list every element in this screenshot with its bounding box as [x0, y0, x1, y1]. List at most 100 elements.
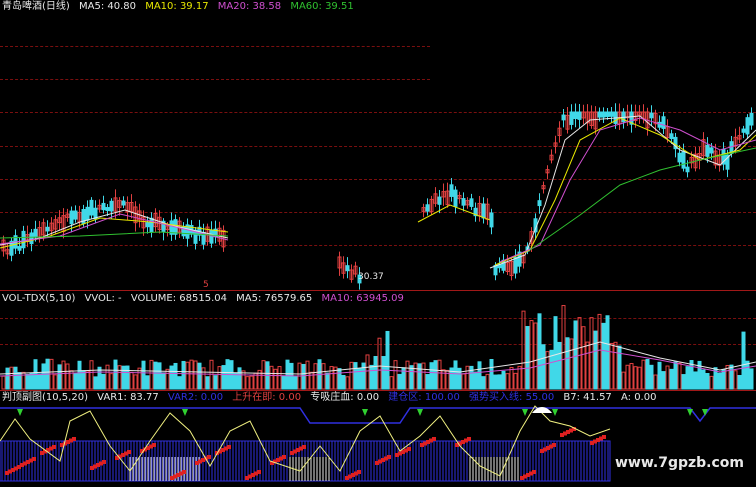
- ma5-value: MA5: 40.80: [79, 1, 137, 12]
- volume-bar: [413, 362, 418, 390]
- volume-bar: [217, 366, 222, 390]
- volume-bar: [393, 360, 398, 390]
- volume-bar: [733, 370, 738, 390]
- volume-bar: [553, 316, 558, 390]
- indicator-legend: 判顶副图(10,5,20) VAR1: 83.77 VAR2: 0.00 上升在…: [2, 392, 662, 404]
- volume-bar: [397, 373, 402, 390]
- rising-signal: [387, 455, 391, 459]
- volume-bar: [189, 359, 194, 390]
- rising-signal: [152, 443, 156, 447]
- volume-bar: [237, 367, 242, 390]
- volume-bar: [193, 360, 198, 390]
- volume-bar: [233, 372, 238, 390]
- candle-body: [437, 196, 442, 205]
- volume-bar: [205, 376, 210, 390]
- buy-arrow-icon: [522, 409, 528, 416]
- volume-bar: [329, 366, 334, 390]
- volume-bar: [9, 366, 14, 390]
- buy-arrow-icon: [362, 409, 368, 416]
- volume-bar: [269, 365, 274, 390]
- volume-bar: [129, 371, 134, 390]
- volume-bar: [673, 361, 678, 390]
- volume-bar: [737, 375, 742, 390]
- volume-bar: [221, 365, 226, 390]
- volume-bar: [201, 367, 206, 390]
- volume-bar: [73, 372, 78, 390]
- volume-bar: [561, 305, 566, 390]
- rising-signal: [257, 470, 261, 474]
- candle-body: [741, 128, 746, 133]
- volume-bar: [89, 360, 94, 390]
- rising-signal: [407, 447, 411, 451]
- volume-bar: [453, 360, 458, 390]
- indicator-panel[interactable]: 判顶副图(10,5,20) VAR1: 83.77 VAR2: 0.00 上升在…: [0, 391, 756, 487]
- rising-signal: [72, 437, 76, 441]
- rising-value: 上升在即: 0.00: [232, 392, 302, 403]
- period-marker: 5: [203, 280, 209, 290]
- volume-bar: [537, 313, 542, 390]
- b7-value: B7: 41.57: [563, 392, 612, 403]
- volume-bar: [117, 365, 122, 390]
- volume-bar: [173, 362, 178, 390]
- candle-body: [21, 230, 26, 249]
- a-value: A: 0.00: [620, 392, 657, 403]
- volume-bar: [153, 361, 158, 390]
- var1-value: VAR1: 83.77: [97, 392, 159, 403]
- volume-bar: [465, 365, 470, 390]
- volume-bar: [53, 374, 58, 390]
- kline-panel[interactable]: 青岛啤酒(日线) MA5: 40.80 MA10: 39.17 MA20: 38…: [0, 0, 756, 290]
- volume-panel[interactable]: VOL-TDX(5,10) VVOL: - VOLUME: 68515.04 M…: [0, 292, 756, 390]
- volume-bar: [1, 375, 6, 390]
- volume-bar: [325, 372, 330, 390]
- volume-bar: [525, 326, 530, 390]
- volume-bar: [437, 359, 442, 390]
- volume-bar: [85, 370, 90, 390]
- buy-arrow-icon: [182, 409, 188, 416]
- volume-bar: [417, 363, 422, 390]
- volume-bar: [541, 344, 546, 390]
- volume-bar: [617, 345, 622, 390]
- build-value: 建仓区: 100.00: [388, 392, 460, 403]
- volume-bar: [633, 366, 638, 390]
- volume-bar: [705, 373, 710, 390]
- candle-body: [121, 200, 126, 206]
- candle-body: [537, 200, 542, 207]
- volume-bar: [645, 358, 650, 390]
- volume-bar: [365, 354, 370, 390]
- rising-signal: [467, 437, 471, 441]
- volume-bar: [745, 360, 750, 390]
- volume-bar: [573, 320, 578, 390]
- volume-bar: [669, 368, 674, 390]
- rising-signal: [102, 460, 106, 464]
- volume-bar: [181, 360, 186, 390]
- volume-bar: [313, 363, 318, 390]
- volume-bar: [429, 362, 434, 390]
- volume-bar: [185, 361, 190, 390]
- panel-divider: [0, 290, 756, 291]
- volume-bar: [577, 317, 582, 390]
- volume-bar: [389, 376, 394, 390]
- candle-body: [649, 112, 654, 119]
- volume-bar: [517, 365, 522, 390]
- rising-signal: [127, 450, 131, 454]
- candle-body: [609, 111, 614, 117]
- volume-bar: [373, 356, 378, 390]
- volume-bar: [13, 366, 18, 390]
- volume-bar: [521, 310, 526, 390]
- volume-bar: [621, 371, 626, 390]
- volume-bar: [717, 372, 722, 390]
- candle-body: [101, 202, 106, 211]
- candle-body: [597, 111, 602, 118]
- volume-ma10-value: MA10: 63945.09: [321, 293, 404, 304]
- volume-bar: [581, 326, 586, 390]
- volume-bar: [349, 361, 354, 390]
- candle-body: [561, 114, 566, 121]
- volume-bar: [341, 374, 346, 390]
- rising-signal: [357, 470, 361, 474]
- volume-bar: [157, 362, 162, 390]
- volume-bar: [77, 360, 82, 390]
- buy-arrow-icon: [687, 409, 693, 416]
- volume-bar: [605, 315, 610, 390]
- candle-body: [745, 117, 750, 135]
- rising-signal: [52, 445, 56, 449]
